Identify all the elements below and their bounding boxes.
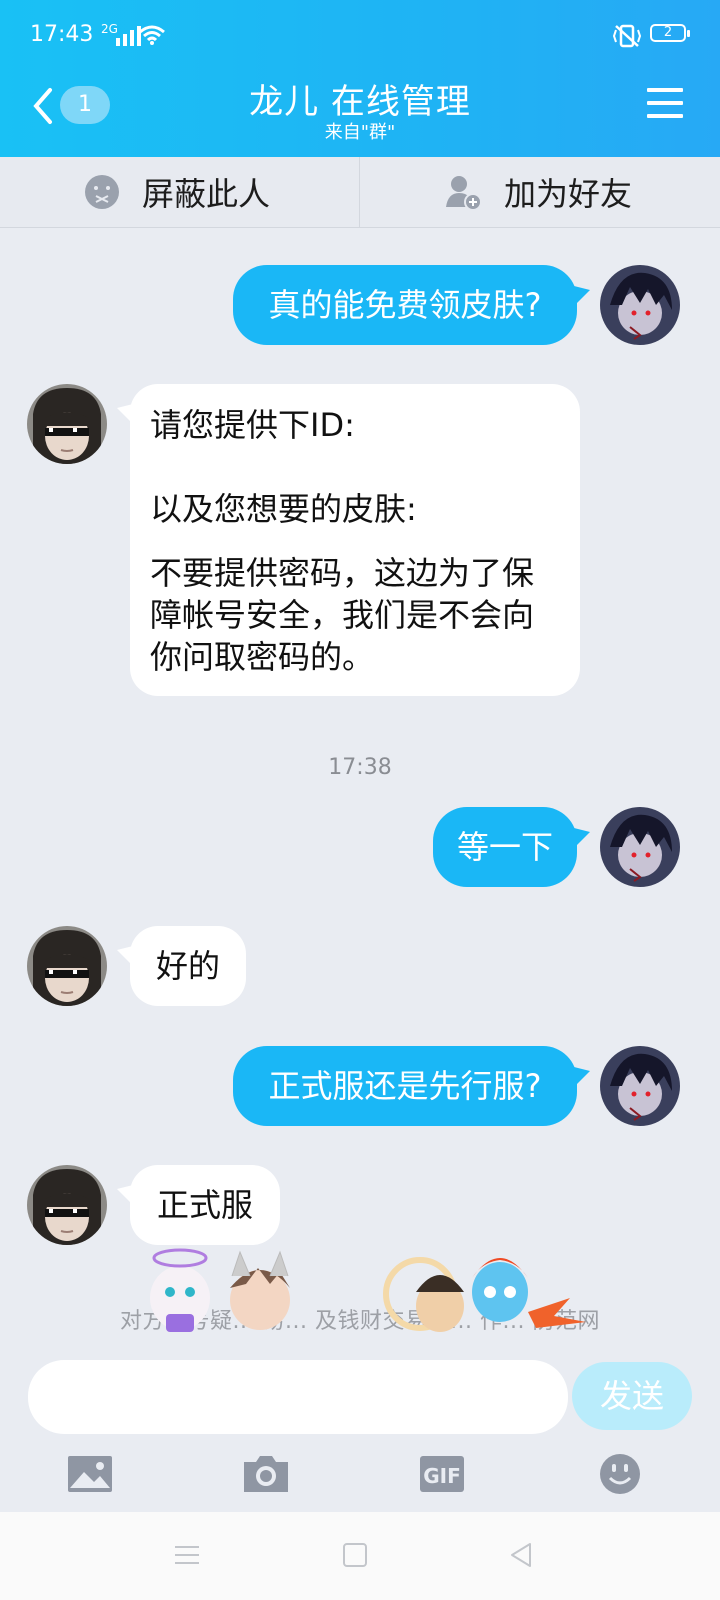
image-icon[interactable] — [66, 1452, 114, 1496]
message-line: 请您提供下ID: — [150, 406, 355, 444]
message-input[interactable] — [28, 1360, 568, 1434]
home-icon[interactable] — [340, 1540, 370, 1570]
message-bubble-outgoing[interactable]: 等一下 — [433, 807, 577, 887]
sticker-characters-overlay — [150, 1248, 586, 1332]
menu-line — [647, 88, 683, 92]
block-user-label: 屏蔽此人 — [142, 175, 271, 213]
my-avatar[interactable] — [600, 1046, 680, 1126]
emoji-icon[interactable] — [596, 1452, 644, 1496]
menu-button[interactable] — [647, 88, 683, 122]
message-text: 好的 — [155, 947, 220, 985]
recent-apps-icon[interactable] — [172, 1540, 202, 1570]
block-icon — [85, 175, 119, 209]
message-line — [150, 530, 560, 552]
chat-subtitle: 来自"群" — [324, 122, 396, 143]
status-time: 17:43 — [30, 22, 94, 47]
chat-title: 龙儿 在线管理 — [249, 82, 471, 122]
vibrate-icon — [612, 24, 642, 48]
back-nav-icon[interactable] — [506, 1540, 536, 1570]
battery-icon: 2 — [650, 24, 690, 42]
action-bar: 屏蔽此人 加为好友 — [0, 157, 720, 228]
gif-icon[interactable]: GIF — [418, 1452, 466, 1496]
add-friend-button[interactable]: 加为好友 — [444, 157, 632, 227]
top-bar: 17:43 2G 2 1 龙儿 在线管理 来自"群" — [0, 0, 720, 157]
bubble-tail — [574, 828, 590, 848]
menu-line — [647, 114, 683, 118]
camera-icon[interactable] — [242, 1452, 290, 1496]
contact-avatar[interactable] — [27, 384, 107, 464]
gif-icon-label: GIF — [423, 1464, 461, 1488]
my-avatar[interactable] — [600, 265, 680, 345]
message-timestamp: 17:38 — [328, 755, 392, 780]
message-line: 以及您想要的皮肤: — [150, 490, 417, 528]
bubble-tail — [574, 1067, 590, 1087]
action-divider — [359, 157, 360, 227]
message-bubble-incoming[interactable]: 请您提供下ID: 以及您想要的皮肤: 不要提供密码，这边为了保 障帐号安全，我们… — [130, 384, 580, 696]
message-text: 等一下 — [456, 828, 553, 866]
add-friend-icon — [446, 176, 482, 211]
menu-line — [647, 101, 683, 105]
message-bubble-outgoing[interactable]: 真的能免费领皮肤? — [233, 265, 577, 345]
message-bubble-outgoing[interactable]: 正式服还是先行服? — [233, 1046, 577, 1126]
my-avatar[interactable] — [600, 807, 680, 887]
wifi-icon — [139, 25, 165, 45]
message-text: 正式服还是先行服? — [268, 1067, 542, 1105]
send-button[interactable]: 发送 — [572, 1362, 692, 1430]
message-text: 真的能免费领皮肤? — [268, 286, 542, 324]
block-user-button[interactable]: 屏蔽此人 — [84, 157, 270, 227]
message-bubble-incoming[interactable]: 好的 — [130, 926, 246, 1006]
message-text: 正式服 — [156, 1186, 253, 1224]
contact-avatar[interactable] — [27, 1165, 107, 1245]
contact-avatar[interactable] — [27, 926, 107, 1006]
add-friend-label: 加为好友 — [504, 175, 633, 213]
message-line — [150, 446, 560, 488]
bubble-tail — [574, 286, 590, 306]
message-line: 不要提供密码，这边为了保 — [150, 554, 535, 592]
message-line: 障帐号安全，我们是不会向 — [150, 596, 535, 634]
message-line: 你问取密码的。 — [150, 638, 375, 676]
